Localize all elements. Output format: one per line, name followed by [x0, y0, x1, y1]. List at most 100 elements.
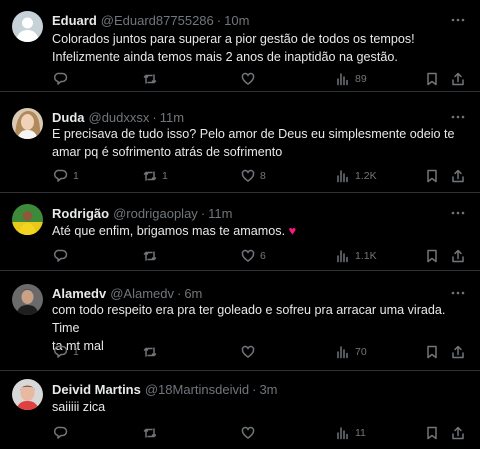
bookmark-button[interactable] [425, 425, 439, 441]
avatar[interactable] [12, 11, 43, 42]
reply-button[interactable]: 1 [54, 168, 79, 184]
reply-button[interactable] [54, 71, 73, 87]
more-icon[interactable] [450, 109, 466, 125]
like-button[interactable] [241, 344, 260, 360]
separator-dot: · [200, 205, 206, 221]
like-button[interactable]: 8 [241, 168, 266, 184]
like-count: 6 [260, 250, 266, 262]
view-count: 89 [355, 73, 367, 85]
more-icon[interactable] [450, 205, 466, 221]
tweet-actions: 1 1 8 1.2K [52, 168, 468, 184]
share-button[interactable] [451, 425, 465, 441]
reply-button[interactable]: 1 [54, 344, 79, 360]
user-handle[interactable]: @Alamedv [110, 286, 174, 301]
tweet[interactable]: Duda @dudxxsx · 11m E precisava de tudo … [0, 92, 480, 193]
share-icon [452, 249, 464, 263]
retweet-button[interactable] [143, 344, 162, 360]
tweet[interactable]: Alamedv @Alamedv · 6m com todo respeito … [0, 271, 480, 371]
retweet-count: 1 [162, 170, 168, 182]
tweet-text: saiiiii zica [52, 398, 466, 416]
views-icon [337, 346, 348, 359]
heart-icon [241, 169, 255, 182]
display-name[interactable]: Duda [52, 110, 85, 125]
separator-dot: · [216, 12, 222, 28]
share-icon [452, 72, 464, 86]
retweet-icon [143, 74, 157, 84]
display-name[interactable]: Eduard [52, 13, 97, 28]
bookmark-button[interactable] [425, 344, 439, 360]
bookmark-icon [427, 169, 437, 183]
user-handle[interactable]: @Eduard87755286 [101, 13, 214, 28]
more-icon[interactable] [450, 285, 466, 301]
views-button[interactable]: 1.2K [336, 168, 377, 184]
avatar[interactable] [12, 204, 43, 235]
display-name[interactable]: Rodrigão [52, 206, 109, 221]
tweet-header: Eduard @Eduard87755286 · 10m [52, 11, 249, 29]
display-name[interactable]: Deivid Martins [52, 382, 141, 397]
tweet-text-line: amar pq é sofrimento atrás de sofrimento [52, 145, 283, 159]
separator-dot: · [252, 381, 257, 397]
views-icon [337, 427, 348, 440]
retweet-button[interactable] [143, 71, 162, 87]
like-count: 8 [260, 170, 266, 182]
photo-avatar-icon [12, 284, 43, 315]
view-count: 11 [355, 427, 366, 439]
tweet[interactable]: Eduard @Eduard87755286 · 10m Colorados j… [0, 0, 480, 92]
timestamp[interactable]: 10m [224, 13, 249, 28]
tweet-text: Colorados juntos para superar a pior ges… [52, 30, 466, 66]
views-icon [337, 73, 348, 86]
tweet[interactable]: Deivid Martins @18Martinsdeivid · 3m sai… [0, 371, 480, 449]
more-icon[interactable] [450, 12, 466, 28]
share-button[interactable] [451, 344, 465, 360]
reply-button[interactable] [54, 425, 73, 441]
tweet-text-line: saiiiii zica [52, 400, 106, 414]
retweet-button[interactable] [143, 248, 162, 264]
user-handle[interactable]: @dudxxsx [89, 110, 150, 125]
share-button[interactable] [451, 71, 465, 87]
tweet-text: E precisava de tudo isso? Pelo amor de D… [52, 125, 466, 161]
tweet-header: Deivid Martins @18Martinsdeivid · 3m [52, 380, 278, 398]
views-button[interactable]: 70 [336, 344, 367, 360]
like-button[interactable] [241, 425, 260, 441]
red-heart-emoji: ♥ [288, 224, 297, 238]
reply-button[interactable] [54, 248, 73, 264]
timestamp[interactable]: 11m [160, 110, 184, 125]
photo-avatar-icon [12, 108, 43, 139]
heart-icon [241, 426, 255, 439]
tweet-text: Até que enfim, brigamos mas te amamos. ♥ [52, 222, 466, 240]
retweet-icon [143, 251, 157, 261]
bookmark-button[interactable] [425, 71, 439, 87]
tweet-header: Rodrigão @rodrigaoplay · 11m [52, 204, 232, 222]
tweet-actions: 1 70 [52, 344, 468, 360]
retweet-button[interactable] [143, 425, 162, 441]
tweet-text-line: Até que enfim, brigamos mas te amamos. ♥ [52, 222, 466, 240]
like-button[interactable] [241, 71, 260, 87]
default-avatar-icon [12, 11, 43, 42]
retweet-icon [143, 428, 157, 438]
retweet-icon [143, 171, 157, 181]
bookmark-button[interactable] [425, 168, 439, 184]
avatar[interactable] [12, 108, 43, 139]
user-handle[interactable]: @18Martinsdeivid [145, 382, 249, 397]
like-button[interactable]: 6 [241, 248, 266, 264]
tweet[interactable]: Rodrigão @rodrigaoplay · 11m Até que enf… [0, 193, 480, 271]
tweet-text-line: Infelizmente ainda temos mais 2 anos de … [52, 50, 398, 64]
reply-icon [54, 249, 68, 262]
avatar[interactable] [12, 284, 43, 315]
views-button[interactable]: 89 [336, 71, 367, 87]
views-button[interactable]: 11 [336, 425, 366, 441]
timestamp[interactable]: 11m [208, 206, 232, 221]
share-button[interactable] [451, 248, 465, 264]
timestamp[interactable]: 3m [259, 382, 277, 397]
bookmark-icon [427, 249, 437, 263]
timestamp[interactable]: 6m [184, 286, 202, 301]
views-button[interactable]: 1.1K [336, 248, 377, 264]
share-button[interactable] [451, 168, 465, 184]
avatar[interactable] [12, 379, 43, 410]
retweet-button[interactable]: 1 [143, 168, 168, 184]
bookmark-icon [427, 345, 437, 359]
bookmark-icon [427, 426, 437, 440]
bookmark-button[interactable] [425, 248, 439, 264]
display-name[interactable]: Alamedv [52, 286, 106, 301]
user-handle[interactable]: @rodrigaoplay [113, 206, 198, 221]
